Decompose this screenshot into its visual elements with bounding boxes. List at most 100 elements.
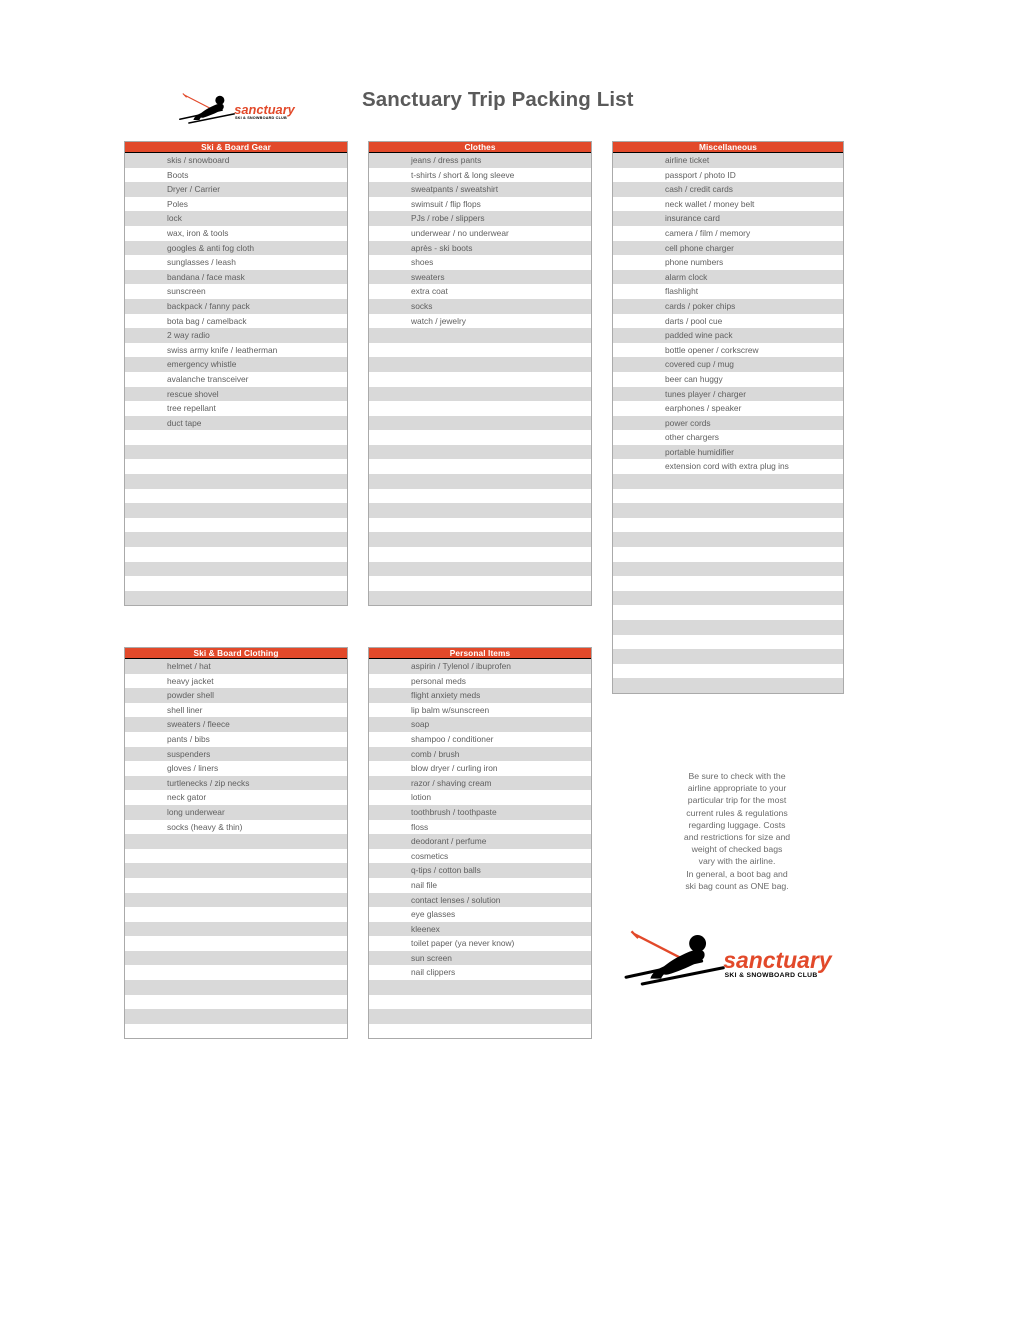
list-item[interactable]: cosmetics bbox=[369, 848, 591, 864]
list-item[interactable]: alarm clock bbox=[613, 269, 843, 285]
list-item-blank[interactable] bbox=[369, 1023, 591, 1039]
list-item[interactable]: bandana / face mask bbox=[125, 269, 347, 285]
list-item[interactable]: long underwear bbox=[125, 804, 347, 820]
list-item-blank[interactable] bbox=[125, 863, 347, 878]
list-item-blank[interactable] bbox=[125, 532, 347, 548]
list-item[interactable]: aspirin / Tylenol / ibuprofen bbox=[369, 659, 591, 674]
list-item[interactable]: 2 way radio bbox=[125, 328, 347, 343]
list-item[interactable]: beer can huggy bbox=[613, 371, 843, 387]
list-item-blank[interactable] bbox=[613, 503, 843, 518]
list-item-blank[interactable] bbox=[369, 561, 591, 577]
list-item[interactable]: jeans / dress pants bbox=[369, 153, 591, 168]
list-item[interactable]: insurance card bbox=[613, 211, 843, 226]
list-item-blank[interactable] bbox=[125, 517, 347, 533]
list-item-blank[interactable] bbox=[613, 576, 843, 591]
list-item[interactable]: sweaters / fleece bbox=[125, 717, 347, 732]
list-item-blank[interactable] bbox=[613, 634, 843, 650]
list-item[interactable]: sweaters bbox=[369, 269, 591, 285]
list-item[interactable]: Poles bbox=[125, 196, 347, 212]
list-item[interactable]: padded wine pack bbox=[613, 328, 843, 343]
list-item[interactable]: shampoo / conditioner bbox=[369, 731, 591, 747]
list-item-blank[interactable] bbox=[125, 561, 347, 577]
list-item-blank[interactable] bbox=[369, 386, 591, 402]
list-item[interactable]: floss bbox=[369, 819, 591, 835]
list-item[interactable]: swiss army knife / leatherman bbox=[125, 342, 347, 358]
list-item-blank[interactable] bbox=[369, 590, 591, 606]
list-item[interactable]: passport / photo ID bbox=[613, 167, 843, 183]
list-item[interactable]: Boots bbox=[125, 167, 347, 183]
list-item[interactable]: q-tips / cotton balls bbox=[369, 863, 591, 878]
list-item-blank[interactable] bbox=[125, 950, 347, 966]
list-item-blank[interactable] bbox=[369, 1009, 591, 1024]
list-item[interactable]: extension cord with extra plug ins bbox=[613, 459, 843, 475]
list-item[interactable]: rescue shovel bbox=[125, 386, 347, 402]
list-item[interactable]: toothbrush / toothpaste bbox=[369, 804, 591, 820]
list-item[interactable]: comb / brush bbox=[369, 746, 591, 762]
list-item[interactable]: camera / film / memory bbox=[613, 225, 843, 241]
list-item[interactable]: sunscreen bbox=[125, 284, 347, 299]
list-item-blank[interactable] bbox=[613, 620, 843, 635]
list-item[interactable]: cell phone charger bbox=[613, 240, 843, 256]
list-item[interactable]: helmet / hat bbox=[125, 659, 347, 674]
list-item-blank[interactable] bbox=[613, 532, 843, 548]
list-item[interactable]: turtlenecks / zip necks bbox=[125, 775, 347, 791]
list-item[interactable]: neck wallet / money belt bbox=[613, 196, 843, 212]
list-item[interactable]: phone numbers bbox=[613, 255, 843, 270]
list-item-blank[interactable] bbox=[125, 1023, 347, 1039]
list-item[interactable]: googles & anti fog cloth bbox=[125, 240, 347, 256]
list-item[interactable]: avalanche transceiver bbox=[125, 371, 347, 387]
list-item-blank[interactable] bbox=[613, 488, 843, 504]
list-item[interactable]: gloves / liners bbox=[125, 761, 347, 776]
list-item[interactable]: tunes player / charger bbox=[613, 386, 843, 402]
list-item[interactable]: underwear / no underwear bbox=[369, 225, 591, 241]
list-item[interactable]: portable humidifier bbox=[613, 444, 843, 460]
list-item[interactable]: power cords bbox=[613, 415, 843, 431]
list-item[interactable]: duct tape bbox=[125, 415, 347, 431]
list-item-blank[interactable] bbox=[125, 994, 347, 1010]
list-item-blank[interactable] bbox=[613, 517, 843, 533]
list-item-blank[interactable] bbox=[125, 503, 347, 518]
list-item[interactable]: nail clippers bbox=[369, 965, 591, 981]
list-item-blank[interactable] bbox=[125, 547, 347, 562]
list-item-blank[interactable] bbox=[125, 921, 347, 937]
list-item-blank[interactable] bbox=[125, 907, 347, 922]
list-item-blank[interactable] bbox=[613, 605, 843, 620]
list-item-blank[interactable] bbox=[125, 590, 347, 606]
list-item[interactable]: watch / jewelry bbox=[369, 313, 591, 329]
list-item[interactable]: sweatpants / sweatshirt bbox=[369, 182, 591, 197]
list-item-blank[interactable] bbox=[125, 936, 347, 951]
list-item[interactable]: PJs / robe / slippers bbox=[369, 211, 591, 226]
list-item-blank[interactable] bbox=[125, 444, 347, 460]
list-item[interactable]: earphones / speaker bbox=[613, 401, 843, 416]
list-item[interactable]: backpack / fanny pack bbox=[125, 298, 347, 314]
list-item[interactable]: kleenex bbox=[369, 921, 591, 937]
list-item[interactable]: heavy jacket bbox=[125, 673, 347, 689]
list-item[interactable]: pants / bibs bbox=[125, 731, 347, 747]
list-item[interactable]: bota bag / camelback bbox=[125, 313, 347, 329]
list-item-blank[interactable] bbox=[369, 459, 591, 475]
list-item-blank[interactable] bbox=[125, 1009, 347, 1024]
list-item[interactable]: eye glasses bbox=[369, 907, 591, 922]
list-item-blank[interactable] bbox=[125, 474, 347, 489]
list-item[interactable]: darts / pool cue bbox=[613, 313, 843, 329]
list-item-blank[interactable] bbox=[613, 649, 843, 664]
list-item-blank[interactable] bbox=[369, 357, 591, 372]
list-item[interactable]: extra coat bbox=[369, 284, 591, 299]
list-item-blank[interactable] bbox=[125, 430, 347, 445]
list-item[interactable]: powder shell bbox=[125, 688, 347, 703]
list-item[interactable]: Dryer / Carrier bbox=[125, 182, 347, 197]
list-item[interactable]: blow dryer / curling iron bbox=[369, 761, 591, 776]
list-item[interactable]: nail file bbox=[369, 877, 591, 893]
list-item[interactable]: socks bbox=[369, 298, 591, 314]
list-item-blank[interactable] bbox=[369, 430, 591, 445]
list-item[interactable]: après - ski boots bbox=[369, 240, 591, 256]
list-item[interactable]: lock bbox=[125, 211, 347, 226]
list-item[interactable]: t-shirts / short & long sleeve bbox=[369, 167, 591, 183]
list-item[interactable]: skis / snowboard bbox=[125, 153, 347, 168]
list-item[interactable]: covered cup / mug bbox=[613, 357, 843, 372]
list-item[interactable]: lip balm w/sunscreen bbox=[369, 702, 591, 718]
list-item[interactable]: toilet paper (ya never know) bbox=[369, 936, 591, 951]
list-item-blank[interactable] bbox=[369, 328, 591, 343]
list-item-blank[interactable] bbox=[125, 980, 347, 995]
list-item-blank[interactable] bbox=[125, 877, 347, 893]
